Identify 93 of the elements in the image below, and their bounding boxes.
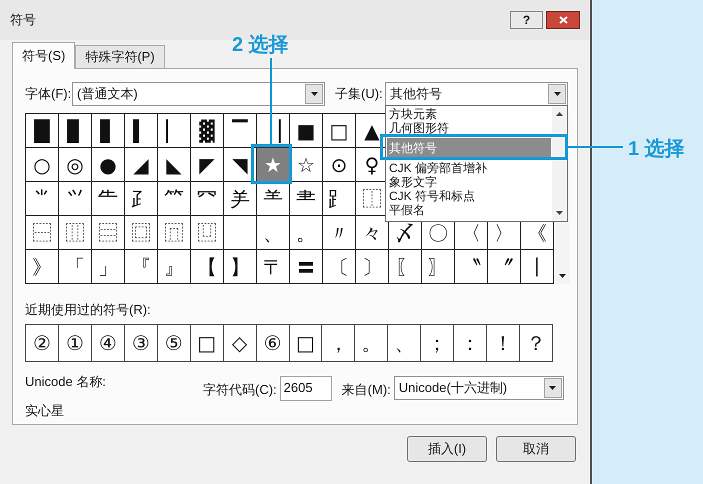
symbol-cell[interactable]: ⺷ (257, 182, 290, 216)
symbol-cell[interactable]: ⺍ (59, 182, 92, 216)
char-code-field[interactable]: 2605 (280, 376, 332, 400)
symbol-cell[interactable]: 〗 (422, 250, 455, 284)
symbol-cell[interactable]: 〒 (257, 250, 290, 284)
symbol-cell[interactable]: 》 (26, 250, 59, 284)
char-code-label: 字符代码(C): (203, 380, 277, 399)
subset-select[interactable]: 其他符号 (385, 82, 568, 106)
dropdown-option[interactable]: 方块元素 (386, 107, 552, 121)
from-label: 来自(M): (342, 380, 391, 399)
font-select[interactable]: (普通文本) (72, 82, 325, 106)
symbol-cell[interactable]: 〡 (521, 250, 554, 284)
symbol-cell[interactable]: ⿴ (125, 216, 158, 250)
scroll-up-icon (556, 112, 563, 116)
dropdown-option[interactable]: CJK 符号和标点 (386, 189, 552, 203)
from-select[interactable]: Unicode(十六进制) (394, 376, 564, 400)
tab[interactable]: 特殊字符(P) (75, 45, 165, 68)
symbol-cell[interactable]: 〝 (455, 250, 488, 284)
symbol-cell[interactable]: □ (323, 114, 356, 148)
symbol-cell[interactable]: ● (92, 148, 125, 182)
caret-icon (549, 386, 556, 390)
symbol-cell[interactable] (224, 216, 257, 250)
caret-icon (310, 92, 318, 96)
symbol-cell[interactable]: ⿲ (59, 216, 92, 250)
symbol-cell[interactable]: ◥ (224, 148, 257, 182)
symbol-cell[interactable]: ⺶ (224, 182, 257, 216)
window-title: 符号 (10, 11, 36, 30)
scroll-down-icon (556, 211, 563, 215)
symbol-cell[interactable]: 】 (224, 250, 257, 284)
symbol-cell[interactable]: ⺳ (191, 182, 224, 216)
symbol-cell[interactable]: █ (26, 114, 59, 148)
symbol-cell[interactable]: 〖 (389, 250, 422, 284)
symbol-cell[interactable]: ◤ (191, 148, 224, 182)
symbol-cell[interactable]: ▔ (224, 114, 257, 148)
recent-symbol[interactable]: ？ (520, 324, 552, 360)
symbol-cell[interactable]: ▏ (158, 114, 191, 148)
symbol-cell[interactable]: ■ (290, 114, 323, 148)
callout-label: 1 选择 (628, 137, 685, 162)
scrollbar[interactable] (552, 106, 567, 221)
symbol-cell[interactable]: ⺪ (125, 182, 158, 216)
symbol-cell[interactable]: ⿱ (26, 216, 59, 250)
symbol-cell[interactable]: ◎ (59, 148, 92, 182)
symbol-cell[interactable]: ⺌ (26, 182, 59, 216)
symbol-cell[interactable]: 〞 (488, 250, 521, 284)
symbol-cell[interactable]: ☆ (290, 148, 323, 182)
symbol-cell[interactable]: 「 (59, 250, 92, 284)
symbol-cell[interactable]: ⺻ (290, 182, 323, 216)
symbol-cell[interactable]: 』 (158, 250, 191, 284)
caret-icon (554, 92, 560, 96)
insert-button[interactable]: 插入(I) (407, 436, 487, 462)
symbol-cell[interactable]: 。 (290, 216, 323, 250)
dropdown-option[interactable]: 几何图形符 (386, 121, 552, 135)
symbol-cell[interactable]: 〔 (323, 250, 356, 284)
dropdown-option[interactable]: 象形文字 (386, 175, 552, 189)
symbol-cell[interactable]: ◣ (158, 148, 191, 182)
symbol-cell[interactable]: ▋ (92, 114, 125, 148)
symbol-cell[interactable]: ⺧ (92, 182, 125, 216)
unicode-name-label: Unicode 名称: (25, 372, 107, 390)
symbol-cell[interactable]: 〕 (356, 250, 389, 284)
symbol-cell[interactable]: ⿳ (92, 216, 125, 250)
symbol-cell[interactable]: 、 (257, 216, 290, 250)
symbol-cell[interactable]: 」 (92, 250, 125, 284)
symbol-cell[interactable]: ○ (26, 148, 59, 182)
caret-icon (558, 274, 566, 278)
symbol-cell[interactable]: ▊ (59, 114, 92, 148)
leader-line (568, 146, 623, 148)
tab[interactable]: 符号(S) (12, 42, 76, 69)
callout-label: 2 选择 (232, 33, 289, 58)
symbol-cell[interactable]: ◢ (125, 148, 158, 182)
subset-label: 子集(U): (335, 85, 384, 104)
symbol-cell[interactable]: 『 (125, 250, 158, 284)
unicode-name-value: 实心星 (25, 402, 65, 420)
dropdown-option[interactable]: 平假名 (386, 203, 552, 217)
symbol-cell[interactable]: 〃 (323, 216, 356, 250)
recent-label: 近期使用过的符号(R): (25, 301, 152, 319)
callout-box (251, 144, 292, 184)
dropdown-option[interactable]: CJK 偏旁部首增补 (386, 161, 552, 175)
symbol-cell[interactable]: 〓 (290, 250, 323, 284)
close-icon (558, 16, 568, 24)
close-button[interactable] (546, 11, 580, 29)
symbol-cell[interactable]: ★ (257, 148, 290, 182)
symbol-cell[interactable]: ⿵ (158, 216, 191, 250)
cancel-button[interactable]: 取消 (496, 436, 576, 462)
help-button[interactable]: ? (510, 11, 543, 29)
font-label: 字体(F): (25, 85, 72, 104)
symbol-cell[interactable]: ⊙ (323, 148, 356, 182)
symbol-cell[interactable]: 【 (191, 250, 224, 284)
symbol-cell[interactable]: ⿶ (191, 216, 224, 250)
symbol-cell[interactable]: 々 (356, 216, 389, 250)
symbol-cell[interactable]: ▓ (191, 114, 224, 148)
symbol-cell[interactable]: ▍ (125, 114, 158, 148)
symbol-cell[interactable]: ⻊ (323, 182, 356, 216)
symbol-cell[interactable]: ⺮ (158, 182, 191, 216)
